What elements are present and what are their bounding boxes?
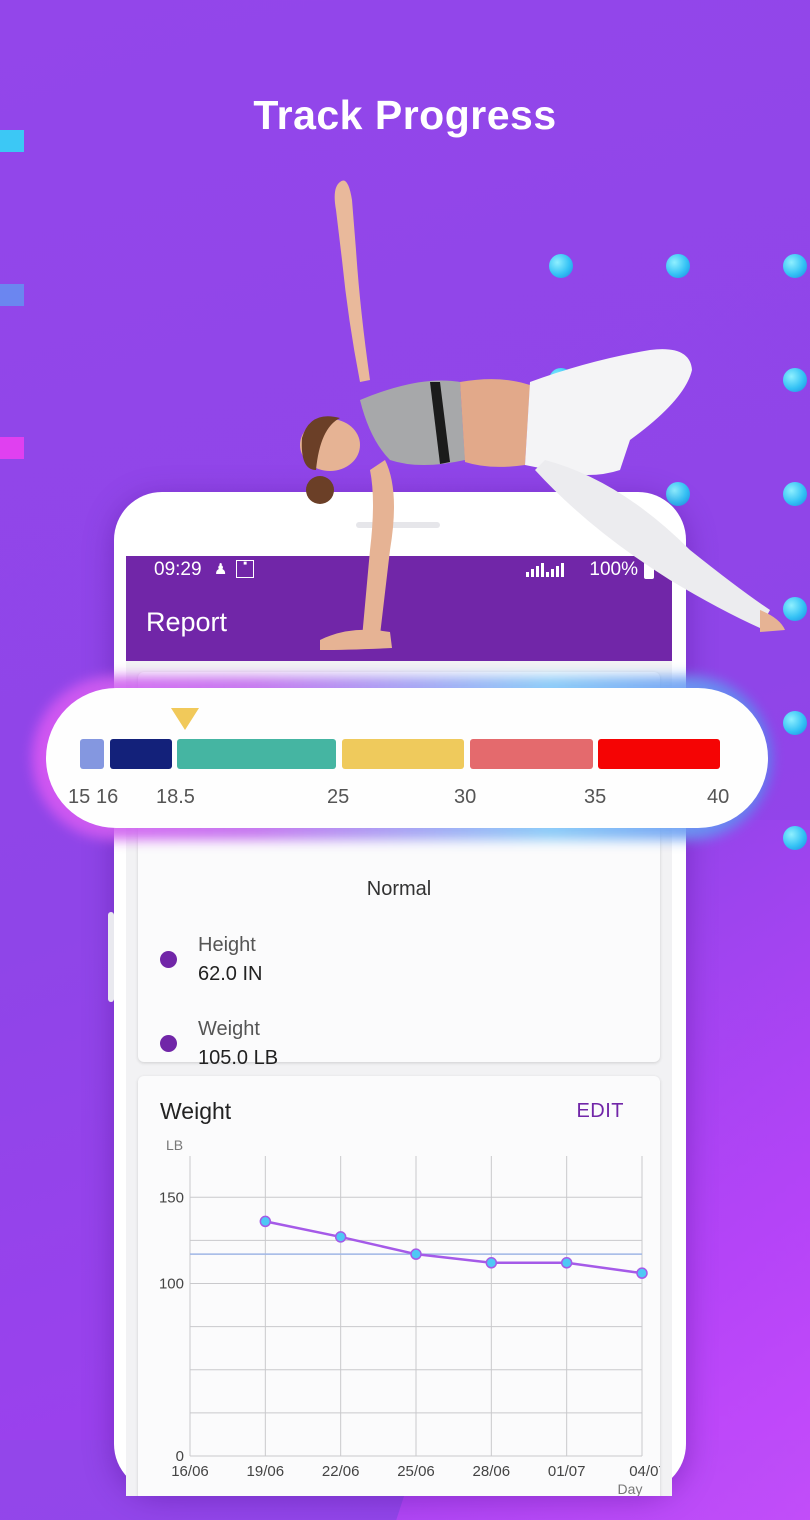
woman-yoga-illustration [300, 180, 785, 650]
y-tick-label: 100 [159, 1276, 184, 1293]
data-point [560, 1257, 573, 1269]
page-title: Report [146, 607, 228, 637]
weight-label: Weight [198, 1018, 260, 1040]
weight-value: 105.0 LB [198, 1047, 279, 1069]
height-dot-icon [160, 951, 177, 968]
bmi-segment [342, 739, 464, 769]
bmi-segment [470, 739, 593, 769]
data-point [636, 1267, 648, 1279]
x-tick-label: 19/06 [247, 1463, 285, 1480]
series-line [265, 1220, 643, 1275]
bmi-tick-label: 16 [96, 786, 119, 808]
decor-bar-cyan [0, 130, 24, 152]
x-tick-label: 01/07 [548, 1463, 586, 1480]
bmi-marker-icon [171, 708, 199, 730]
bmi-segment [80, 739, 104, 769]
bmi-segment [177, 739, 336, 769]
decor-dot [783, 826, 807, 850]
decor-bar-pink [0, 437, 24, 459]
status-time: 09:29 [154, 559, 202, 580]
decor-dot [783, 711, 807, 735]
accessibility-icon: ♟ [214, 561, 228, 578]
x-tick-label: 22/06 [322, 1463, 360, 1480]
x-tick-label: 28/06 [473, 1463, 511, 1480]
bmi-tick-label: 18.5 [156, 786, 195, 808]
bmi-tick-label: 40 [707, 786, 730, 808]
data-point [259, 1215, 272, 1228]
weight-dot-icon [160, 1035, 177, 1052]
edit-button[interactable]: EDIT [576, 1100, 624, 1123]
x-tick-label: 16/06 [171, 1463, 209, 1480]
y-tick-label: 150 [159, 1189, 184, 1206]
bmi-tick-label: 35 [584, 786, 607, 808]
data-point [410, 1248, 422, 1260]
y-axis-label: LB [166, 1137, 183, 1153]
headline: Track Progress [253, 92, 557, 138]
x-tick-label: 04/07 [629, 1463, 660, 1480]
data-point [485, 1257, 498, 1269]
bmi-tick-label: 25 [327, 786, 350, 808]
weight-chart: LB150100016/06 19/06 22/06 25/06 28/06 01/07 0… [159, 1137, 660, 1496]
bmi-category: Normal [366, 878, 432, 900]
x-axis-label: Day [618, 1481, 643, 1496]
bmi-tick-label: 30 [454, 786, 477, 808]
bmi-tick-label: 15 [68, 786, 91, 808]
weight-chart-card: Weight EDIT LB 150 100 0 16/06 19/06 22/06 25/0… [138, 1076, 660, 1496]
data-point [334, 1231, 347, 1243]
bmi-segment [598, 739, 720, 769]
height-label: Height [198, 934, 256, 956]
notification-icon: ■ [236, 560, 254, 578]
bmi-segment [110, 739, 172, 769]
height-value: 62.0 IN [198, 963, 263, 985]
x-tick-label: 25/06 [397, 1463, 435, 1480]
phone-side-button [108, 912, 114, 1002]
decor-bar-blue [0, 284, 24, 306]
weight-chart-title: Weight [160, 1098, 232, 1124]
